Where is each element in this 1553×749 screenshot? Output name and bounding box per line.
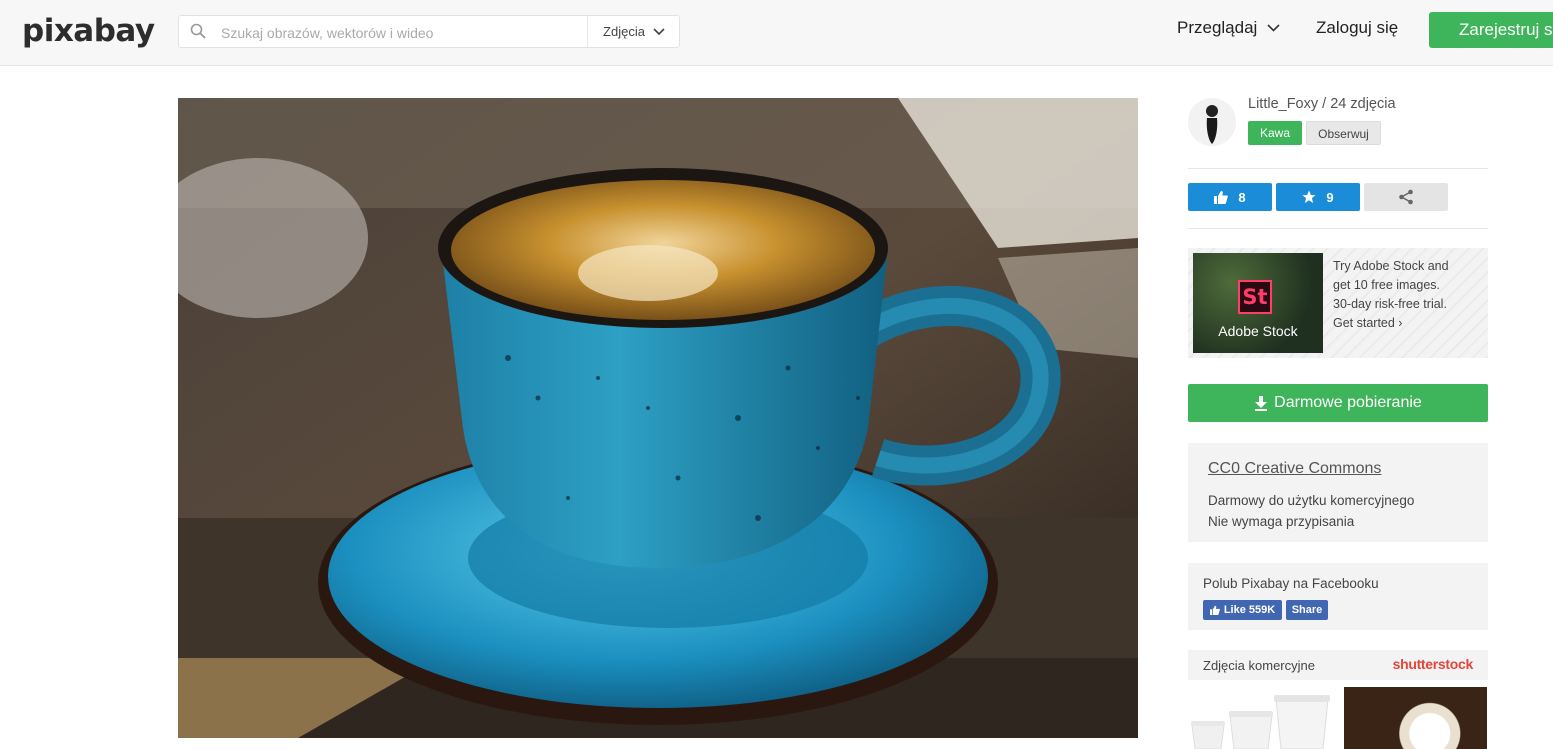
ad-line-1: Try Adobe Stock and <box>1333 259 1449 273</box>
follow-button[interactable]: Obserwuj <box>1306 121 1381 145</box>
divider <box>1188 228 1488 229</box>
star-icon <box>1302 190 1316 203</box>
adobe-stock-logo-icon: St <box>1238 280 1272 314</box>
main-photo[interactable] <box>178 98 1138 738</box>
author-photo-count[interactable]: 24 zdjęcia <box>1330 96 1395 112</box>
download-icon <box>1255 395 1268 411</box>
shutterstock-logo[interactable]: shutterstock <box>1393 656 1474 672</box>
stock-thumbnail-coffee[interactable] <box>1344 687 1487 749</box>
login-link[interactable]: Zaloguj się <box>1316 18 1398 38</box>
facebook-box: Polub Pixabay na Facebooku Like 559K Sha… <box>1188 563 1488 630</box>
license-link[interactable]: CC0 Creative Commons <box>1208 460 1381 478</box>
signup-button[interactable]: Zarejestruj się <box>1429 12 1553 48</box>
like-button[interactable]: 8 <box>1188 183 1272 211</box>
thumbs-up-icon <box>1209 605 1220 615</box>
browse-label: Przeglądaj <box>1177 18 1258 37</box>
author-separator: / <box>1322 96 1331 112</box>
free-download-button[interactable]: Darmowe pobieranie <box>1188 384 1488 422</box>
top-header: pixabay Zdjęcia Przeglądaj Zaloguj się Z… <box>0 0 1553 66</box>
stock-thumbnail-cups[interactable] <box>1188 687 1334 749</box>
divider <box>1188 168 1488 169</box>
user-avatar-icon <box>1188 98 1236 146</box>
chevron-down-icon <box>653 27 665 35</box>
commercial-photos-label: Zdjęcia komercyjne <box>1203 658 1315 673</box>
ad-text: Try Adobe Stock and get 10 free images. … <box>1333 257 1483 333</box>
adobe-stock-image: St Adobe Stock <box>1193 253 1323 353</box>
license-line-1: Darmowy do użytku komercyjnego <box>1208 493 1415 508</box>
pixabay-logo[interactable]: pixabay <box>22 13 155 49</box>
facebook-like-button[interactable]: Like 559K <box>1203 600 1282 620</box>
adobe-stock-ad[interactable]: St Adobe Stock Try Adobe Stock and get 1… <box>1188 248 1488 358</box>
favorite-button[interactable]: 9 <box>1276 183 1360 211</box>
chevron-down-icon <box>1267 24 1280 32</box>
facebook-share-button[interactable]: Share <box>1286 600 1328 620</box>
search-type-dropdown[interactable]: Zdjęcia <box>587 16 680 47</box>
commercial-photos-header: Zdjęcia komercyjne shutterstock <box>1188 650 1488 680</box>
tag-kawa-button[interactable]: Kawa <box>1248 121 1302 145</box>
ad-line-3: 30-day risk-free trial. <box>1333 297 1447 311</box>
avatar[interactable] <box>1188 98 1236 146</box>
favorite-count: 9 <box>1326 189 1334 205</box>
facebook-title: Polub Pixabay na Facebooku <box>1203 576 1379 591</box>
share-button[interactable] <box>1364 183 1448 211</box>
author-info: Little_Foxy / 24 zdjęcia <box>1248 96 1396 112</box>
free-download-label: Darmowe pobieranie <box>1274 394 1422 411</box>
search-type-label: Zdjęcia <box>603 24 645 39</box>
facebook-like-label: Like 559K <box>1223 604 1276 616</box>
search-icon[interactable] <box>190 23 206 39</box>
search-bar: Zdjęcia <box>178 15 680 49</box>
share-icon <box>1399 189 1413 205</box>
like-count: 8 <box>1238 189 1246 205</box>
paper-cups-image <box>1188 687 1334 749</box>
adobe-stock-brand: Adobe Stock <box>1218 323 1298 339</box>
license-box: CC0 Creative Commons Darmowy do użytku k… <box>1188 443 1488 542</box>
coffee-cup-image <box>178 98 1138 738</box>
search-input[interactable] <box>219 16 583 49</box>
browse-menu[interactable]: Przeglądaj <box>1177 18 1280 38</box>
ad-cta-link[interactable]: Get started › <box>1333 314 1483 333</box>
license-line-2: Nie wymaga przypisania <box>1208 514 1355 529</box>
author-name[interactable]: Little_Foxy <box>1248 96 1318 112</box>
ad-line-2: get 10 free images. <box>1333 278 1441 292</box>
thumbs-up-icon <box>1214 191 1229 204</box>
